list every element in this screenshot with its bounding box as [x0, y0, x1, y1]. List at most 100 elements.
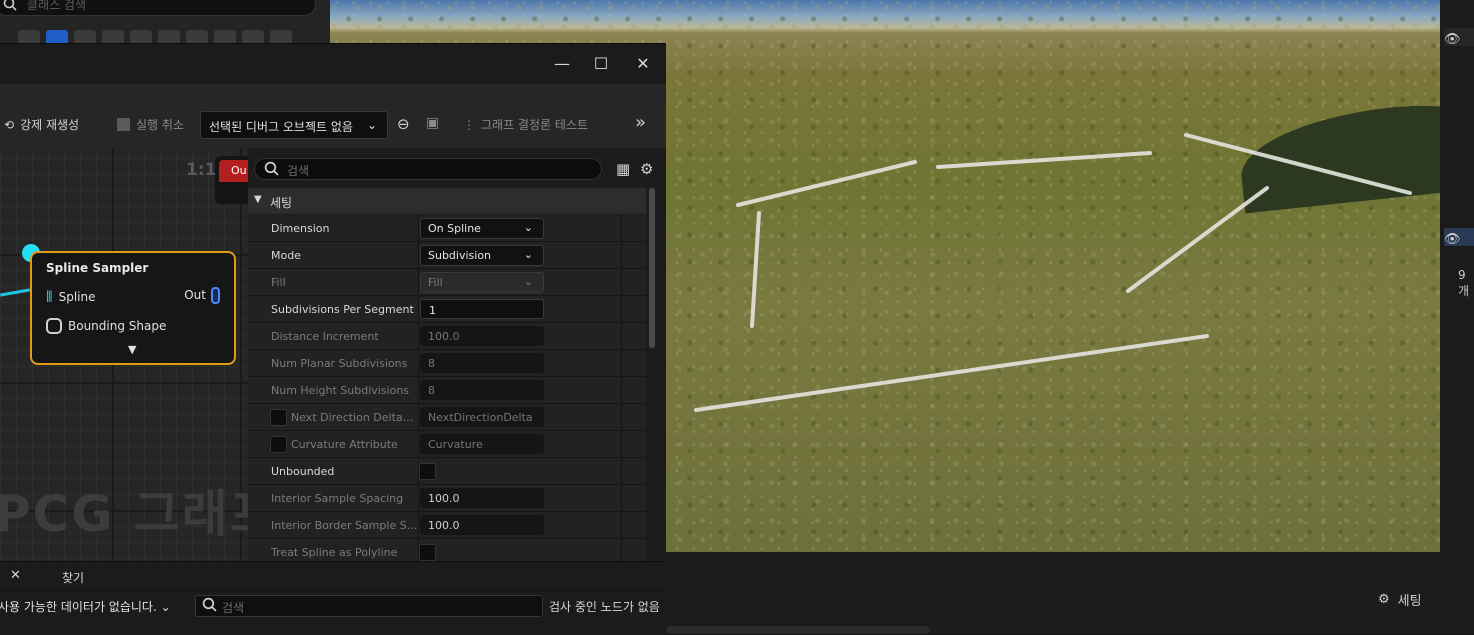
mode-dropdown[interactable]: Subdivision ⌄: [420, 245, 544, 266]
prop-label: Next Direction Delta...: [291, 411, 414, 424]
prop-label: Num Height Subdivisions: [271, 384, 410, 397]
visibility-eye-icon[interactable]: 👁: [1444, 232, 1461, 247]
graph-icon: ⋮: [463, 117, 475, 132]
dropdown-value: On Spline: [428, 222, 481, 235]
close-tab-button[interactable]: ✕: [10, 568, 21, 583]
prop-label: Dimension: [271, 222, 330, 235]
regenerate-label: 강제 재생성: [20, 118, 80, 132]
tab-find[interactable]: 찾기: [62, 569, 84, 586]
toolbar-overflow-button[interactable]: »: [635, 112, 646, 133]
prop-label: Mode: [271, 249, 301, 262]
outliner-row-selected[interactable]: 👁: [1444, 228, 1474, 247]
prop-label: Curvature Attribute: [291, 438, 398, 451]
output-node-header: Ou: [219, 160, 248, 182]
find-search-input[interactable]: 검색: [195, 595, 543, 617]
table-view-icon[interactable]: ▦: [616, 160, 630, 178]
bounding-pin-icon[interactable]: [46, 318, 62, 334]
dimension-dropdown[interactable]: On Spline ⌄: [420, 218, 544, 239]
property-list: Dimension On Spline ⌄ Mode Subdivision ⌄…: [248, 215, 646, 566]
interior-spacing-input[interactable]: 100.0: [420, 488, 544, 508]
polyline-checkbox[interactable]: [419, 544, 436, 561]
data-source-value: 사용 가능한 데이터가 없습니다.: [0, 600, 157, 614]
viewport-bottom-bar: [666, 552, 1440, 634]
pcg-editor-window: — ☐ ✕ ⟲ 강제 재생성 실행 취소 선택된 디버그 오브젝트 없음 ⌄ ⊖…: [0, 43, 666, 635]
override-checkbox[interactable]: [270, 436, 287, 453]
prop-label: Interior Border Sample S...: [271, 519, 418, 532]
out-pin-label: Out: [184, 288, 206, 302]
tab-divider: [0, 590, 666, 591]
prop-subdivisions: Subdivisions Per Segment 1: [248, 296, 646, 323]
planar-subdivisions-input[interactable]: 8: [420, 353, 544, 373]
find-panel: ✕ 찾기 사용 가능한 데이터가 없습니다. ⌄ 검색 검사 중인 노드가 없음: [0, 561, 666, 635]
curvature-input[interactable]: Curvature: [420, 434, 544, 454]
prop-planar-subdivisions: Num Planar Subdivisions 8: [248, 350, 646, 377]
spline-segment[interactable]: [736, 160, 917, 207]
next-direction-input[interactable]: NextDirectionDelta: [420, 407, 544, 427]
close-button[interactable]: ✕: [631, 54, 655, 74]
prop-label: Fill: [271, 276, 286, 289]
chevron-down-icon[interactable]: ▼: [128, 343, 136, 356]
determinism-test-button[interactable]: ⋮ 그래프 결정론 테스트: [463, 116, 588, 133]
window-titlebar[interactable]: — ☐ ✕: [0, 44, 666, 84]
search-icon: [264, 161, 279, 179]
inspect-button[interactable]: ▣: [426, 115, 439, 131]
prop-unbounded: Unbounded: [248, 458, 646, 485]
class-search-placeholder: 클래스 검색: [27, 0, 87, 12]
prop-distance-increment: Distance Increment 100.0: [248, 323, 646, 350]
spline-segment[interactable]: [936, 151, 1152, 169]
pcg-toolbar: ⟲ 강제 재생성 실행 취소 선택된 디버그 오브젝트 없음 ⌄ ⊖ ▣ ⋮ 그…: [0, 84, 666, 148]
out-pin[interactable]: [211, 287, 220, 304]
minimize-button[interactable]: —: [550, 54, 574, 74]
spline-segment[interactable]: [750, 211, 761, 328]
outliner-panel: 👁 👁: [1440, 0, 1474, 634]
class-search-input[interactable]: 클래스 검색: [0, 0, 316, 16]
spline-sampler-node[interactable]: Spline Sampler ⦀ Spline Bounding Shape O…: [30, 251, 236, 365]
graph-watermark: PCG 그래프: [0, 485, 248, 543]
subdivisions-input[interactable]: 1: [420, 299, 544, 319]
override-checkbox[interactable]: [270, 409, 287, 426]
cancel-button[interactable]: 실행 취소: [117, 116, 184, 133]
bounding-pin-label: Bounding Shape: [68, 319, 167, 333]
gear-icon: ⚙: [1378, 592, 1390, 607]
settings-button[interactable]: ⚙ 세팅: [1378, 590, 1422, 609]
settings-section-header[interactable]: ▼ 세팅: [248, 188, 646, 214]
spline-pin-row[interactable]: ⦀ Spline: [46, 288, 96, 306]
prop-next-direction: Next Direction Delta... NextDirectionDel…: [248, 404, 646, 431]
double-chevron-right-icon: »: [635, 112, 647, 133]
details-search-input[interactable]: 검색: [254, 158, 602, 180]
debug-focus-button[interactable]: ⊖: [397, 115, 410, 133]
maximize-button[interactable]: ☐: [589, 54, 613, 74]
gear-icon[interactable]: ⚙: [640, 160, 653, 178]
search-icon: [202, 597, 217, 615]
spline-pin-icon[interactable]: ⦀: [46, 288, 53, 306]
distance-increment-input[interactable]: 100.0: [420, 326, 544, 346]
outliner-row[interactable]: 👁: [1444, 28, 1474, 47]
visibility-eye-icon[interactable]: 👁: [1444, 32, 1461, 47]
spline-segment[interactable]: [1184, 133, 1412, 195]
spline-segment[interactable]: [1126, 186, 1269, 293]
details-panel: 검색 ▦ ⚙ ▼ 세팅 Dimension On Spline ⌄ Mode S…: [248, 148, 666, 566]
border-sample-input[interactable]: 100.0: [420, 515, 544, 535]
zoom-level: 1:1: [186, 160, 217, 180]
height-subdivisions-input[interactable]: 8: [420, 380, 544, 400]
fill-dropdown[interactable]: Fill ⌄: [420, 272, 544, 293]
details-scrollbar[interactable]: [649, 188, 655, 348]
prop-height-subdivisions: Num Height Subdivisions 8: [248, 377, 646, 404]
collapse-triangle-icon: ▼: [254, 194, 262, 205]
input-wire[interactable]: [0, 288, 31, 297]
section-title: 세팅: [270, 196, 293, 210]
chevron-down-icon: ⌄: [366, 118, 377, 132]
data-source-dropdown[interactable]: 사용 가능한 데이터가 없습니다. ⌄: [0, 595, 190, 617]
prop-curvature: Curvature Attribute Curvature: [248, 431, 646, 458]
bounding-pin-row[interactable]: Bounding Shape: [46, 318, 166, 334]
horizontal-scrollbar[interactable]: [666, 626, 930, 634]
debug-object-dropdown[interactable]: 선택된 디버그 오브젝트 없음 ⌄: [200, 111, 388, 139]
unbounded-checkbox[interactable]: [419, 463, 436, 480]
prop-label: Interior Sample Spacing: [271, 492, 404, 505]
graph-canvas[interactable]: 1:1 PCG 그래프 Ou Spline Sampler ⦀ Spline B…: [0, 148, 248, 561]
prop-interior-spacing: Interior Sample Spacing 100.0: [248, 485, 646, 512]
regenerate-button[interactable]: ⟲ 강제 재생성: [4, 116, 79, 133]
spline-segment[interactable]: [694, 334, 1209, 412]
output-node[interactable]: Ou: [215, 156, 248, 204]
target-icon: ⊖: [397, 115, 410, 133]
